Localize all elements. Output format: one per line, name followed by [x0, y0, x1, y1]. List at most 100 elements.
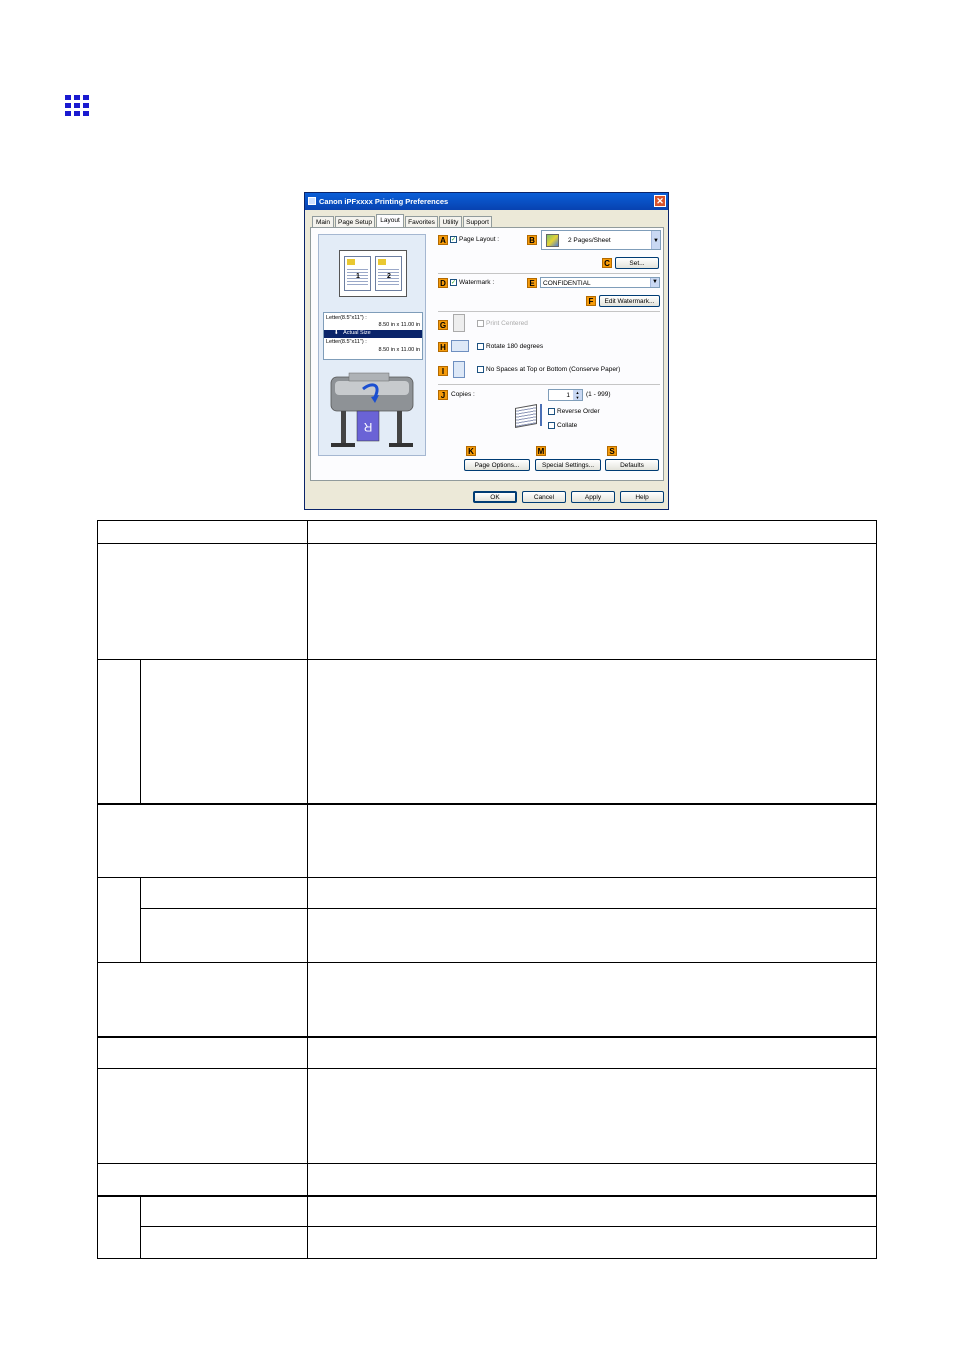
- preview-image-icon: [378, 259, 386, 265]
- table-row: [97, 803, 878, 878]
- chevron-down-icon: ▼: [650, 278, 659, 287]
- printing-preferences-dialog: Canon iPFxxxx Printing Preferences ✕ Mai…: [304, 192, 669, 510]
- print-centered-checkbox[interactable]: [477, 320, 484, 327]
- reverse-order-checkbox[interactable]: [548, 408, 555, 415]
- watermark-checkbox[interactable]: ✓: [450, 279, 457, 286]
- rotate-180-checkbox[interactable]: [477, 343, 484, 350]
- printer-illustration-icon: R: [330, 372, 414, 447]
- letter-badge: E: [527, 278, 537, 288]
- letter-badge: I: [438, 366, 448, 376]
- table-cell: [97, 877, 141, 963]
- table-cell: [97, 659, 141, 805]
- layout-preview-pane: 1 2 Letter(8.5"x11") : 8.50 in x 11.00 i…: [318, 234, 426, 456]
- size-mode-label: Actual Size: [343, 330, 371, 336]
- cancel-button[interactable]: Cancel: [522, 491, 566, 503]
- table-cell: [306, 1068, 878, 1164]
- table-cell: [97, 962, 308, 1038]
- divider: [438, 311, 660, 312]
- ok-button[interactable]: OK: [473, 491, 517, 503]
- table-row: [97, 1068, 878, 1164]
- close-button[interactable]: ✕: [654, 195, 666, 207]
- table-cell: [306, 877, 878, 909]
- help-button[interactable]: Help: [620, 491, 664, 503]
- watermark-select[interactable]: CONFIDENTIAL ▼: [540, 277, 660, 288]
- paper-size-info: Letter(8.5"x11") : 8.50 in x 11.00 in ⬇ …: [323, 312, 423, 360]
- letter-badge: B: [527, 235, 537, 245]
- collate-checkbox[interactable]: [548, 422, 555, 429]
- arrow-down-icon: ⬇: [334, 330, 339, 336]
- letter-badge: J: [438, 390, 448, 400]
- table-row: [97, 543, 878, 660]
- table-cell: [97, 543, 308, 660]
- marker-m: M: [536, 446, 546, 456]
- letter-badge: A: [438, 235, 448, 245]
- preview-page-number-1: 1: [356, 273, 360, 280]
- tab-page-setup[interactable]: Page Setup: [335, 216, 375, 227]
- check-icon: ✓: [451, 237, 457, 243]
- original-size-value: 8.50 in x 11.00 in: [378, 322, 420, 328]
- close-icon: ✕: [656, 196, 664, 206]
- table-cell: [306, 908, 878, 963]
- table-cell: [306, 1195, 878, 1227]
- tab-favorites[interactable]: Favorites: [405, 216, 438, 227]
- table-cell: [97, 1163, 308, 1197]
- marker-b: B: [527, 235, 537, 245]
- table-row: [98, 1226, 878, 1259]
- layout-tab-panel: 1 2 Letter(8.5"x11") : 8.50 in x 11.00 i…: [310, 227, 664, 481]
- special-settings-button[interactable]: Special Settings...: [535, 459, 601, 471]
- two-pages-icon: [546, 234, 559, 247]
- svg-text:R: R: [363, 420, 372, 434]
- chevron-down-icon: ▼: [651, 231, 660, 249]
- marker-h: H: [438, 342, 448, 352]
- preview-page-2: 2: [375, 256, 402, 291]
- marker-d: D: [438, 278, 448, 288]
- table-cell: [97, 520, 308, 544]
- output-size-value: 8.50 in x 11.00 in: [378, 347, 420, 353]
- no-spaces-checkbox[interactable]: [477, 366, 484, 373]
- tab-utility[interactable]: Utility: [439, 216, 462, 227]
- tab-support[interactable]: Support: [463, 216, 492, 227]
- reverse-order-label: Reverse Order: [557, 408, 600, 415]
- size-mode-row: ⬇ Actual Size: [324, 330, 422, 338]
- marker-s: S: [607, 446, 617, 456]
- table-row: [97, 1036, 878, 1069]
- output-size-label: Letter(8.5"x11") :: [326, 339, 367, 345]
- preview-page-number-2: 2: [387, 273, 391, 280]
- page-layout-label: Page Layout :: [459, 236, 500, 243]
- table-cell: [306, 803, 878, 878]
- original-size-label: Letter(8.5"x11") :: [326, 315, 367, 321]
- table-cell: [306, 520, 878, 544]
- watermark-value: CONFIDENTIAL: [543, 279, 591, 287]
- marker-j: J: [438, 390, 448, 400]
- page-layout-checkbox[interactable]: ✓: [450, 236, 457, 243]
- printer-app-icon: [308, 197, 316, 205]
- edit-watermark-button[interactable]: Edit Watermark...: [599, 295, 660, 307]
- page-layout-select[interactable]: 2 Pages/Sheet ▼: [541, 230, 661, 250]
- copies-label: Copies :: [451, 391, 475, 398]
- table-cell: [139, 1226, 308, 1259]
- divider: [438, 384, 660, 385]
- collate-stack-icon: [515, 404, 537, 428]
- marker-f: F: [586, 296, 596, 306]
- defaults-button[interactable]: Defaults: [605, 459, 659, 471]
- grid-bullet-icon: [65, 95, 89, 116]
- table-cell: [306, 962, 878, 1038]
- table-cell: [306, 543, 878, 660]
- divider: [438, 273, 660, 274]
- page-options-button[interactable]: Page Options...: [464, 459, 530, 471]
- tab-layout[interactable]: Layout: [376, 214, 404, 228]
- letter-badge: C: [602, 258, 612, 268]
- tab-main[interactable]: Main: [312, 216, 334, 227]
- preview-image-icon: [347, 259, 355, 265]
- copies-value: 1: [566, 392, 570, 399]
- copies-input[interactable]: 1 ▲ ▼: [548, 389, 583, 401]
- set-button[interactable]: Set...: [615, 257, 659, 269]
- table-cell: [139, 908, 308, 963]
- print-centered-label: Print Centered: [486, 320, 528, 327]
- watermark-label: Watermark :: [459, 279, 495, 286]
- apply-button[interactable]: Apply: [571, 491, 615, 503]
- letter-badge: H: [438, 342, 448, 352]
- table-row: [98, 908, 878, 963]
- letter-badge: S: [607, 446, 617, 456]
- spin-down-icon[interactable]: ▼: [573, 395, 582, 400]
